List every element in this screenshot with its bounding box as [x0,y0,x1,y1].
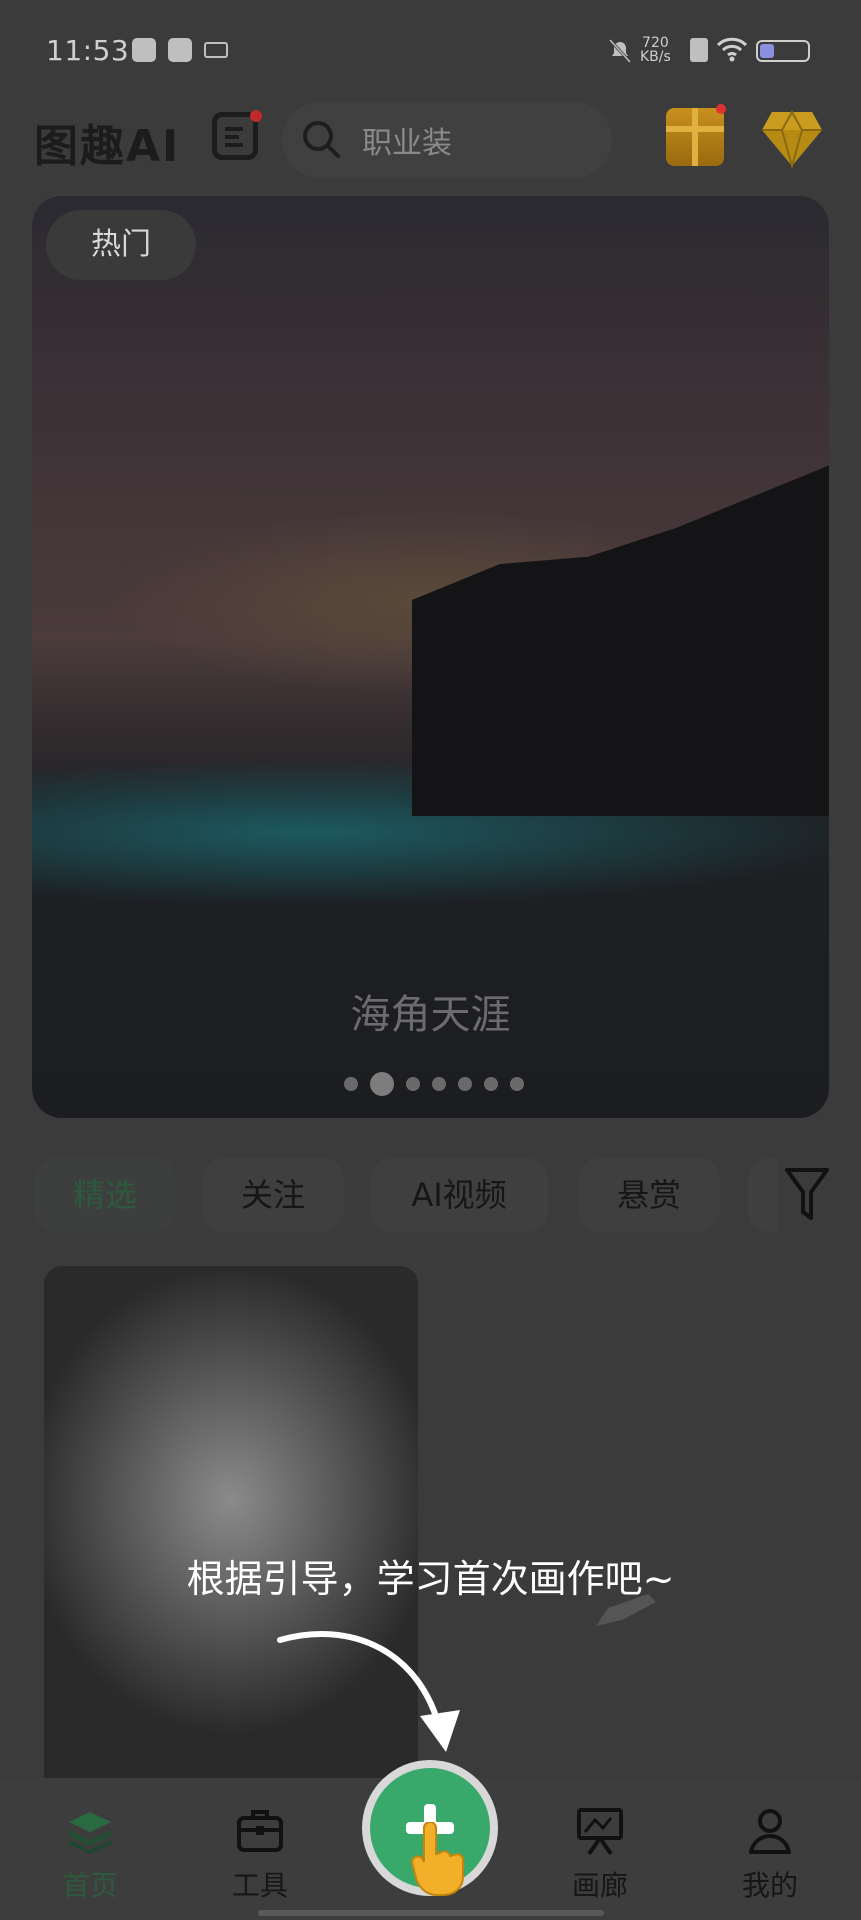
sim-icon [690,38,708,62]
carousel-dot[interactable] [432,1077,446,1091]
carousel-indicator [338,1072,530,1096]
nav-gallery[interactable]: 画廊 [540,1806,660,1904]
hand-pointer-icon [410,1821,470,1896]
nav-home[interactable]: 首页 [30,1806,150,1904]
layers-icon [69,1812,111,1854]
tab-overflow-edge [748,1158,778,1232]
toolbox-icon [237,1810,283,1852]
battery-icon [756,40,810,62]
status-time: 11:53 [46,34,130,67]
banner-carousel[interactable] [32,196,829,1118]
guide-text: 根据引导，学习首次画作吧~ [186,1557,675,1601]
home-indicator [258,1910,604,1916]
user-icon [749,1809,791,1854]
carousel-dot[interactable] [484,1077,498,1091]
search-icon [300,118,342,160]
carousel-dot[interactable] [344,1077,358,1091]
carousel-dot[interactable] [370,1072,394,1096]
wifi-icon [716,36,748,62]
nav-tools[interactable]: 工具 [200,1806,320,1904]
carousel-dot[interactable] [458,1077,472,1091]
nav-mine[interactable]: 我的 [710,1806,830,1904]
gift-badge-dot [716,104,726,114]
mute-icon [608,38,632,64]
carousel-dot[interactable] [406,1077,420,1091]
filter-icon[interactable] [784,1166,830,1222]
easel-icon [577,1808,623,1856]
net-speed-unit: KB/s [640,49,671,65]
nav-mine-label: 我的 [741,1869,798,1902]
nav-gallery-label: 画廊 [571,1869,628,1902]
logo-badge-dot [250,110,262,122]
nav-home-label: 首页 [61,1869,118,1902]
tab-ai-video[interactable]: AI视频 [370,1158,548,1232]
app-logo: 图趣AI [34,121,181,172]
hot-tag: 热门 [46,210,196,280]
diamond-icon[interactable] [760,108,824,170]
battery-fill [760,44,774,58]
tab-bounty[interactable]: 悬赏 [578,1158,720,1232]
pencil-icon [592,1590,662,1630]
card-icon [204,42,228,58]
tab-featured[interactable]: 精选 [34,1158,176,1232]
notification-icon [132,38,156,62]
nav-tools-label: 工具 [231,1869,288,1902]
banner-image-cliff [412,456,829,816]
net-speed: 720 KB/s [640,36,671,64]
carousel-dot[interactable] [510,1077,524,1091]
search-placeholder: 职业装 [362,126,452,161]
banner-title: 海角天涯 [350,992,511,1038]
tab-following[interactable]: 关注 [202,1158,344,1232]
message-icon [168,38,192,62]
guide-arrow-icon [270,1620,470,1760]
net-speed-value: 720 [642,35,669,51]
gift-icon[interactable] [666,108,724,166]
